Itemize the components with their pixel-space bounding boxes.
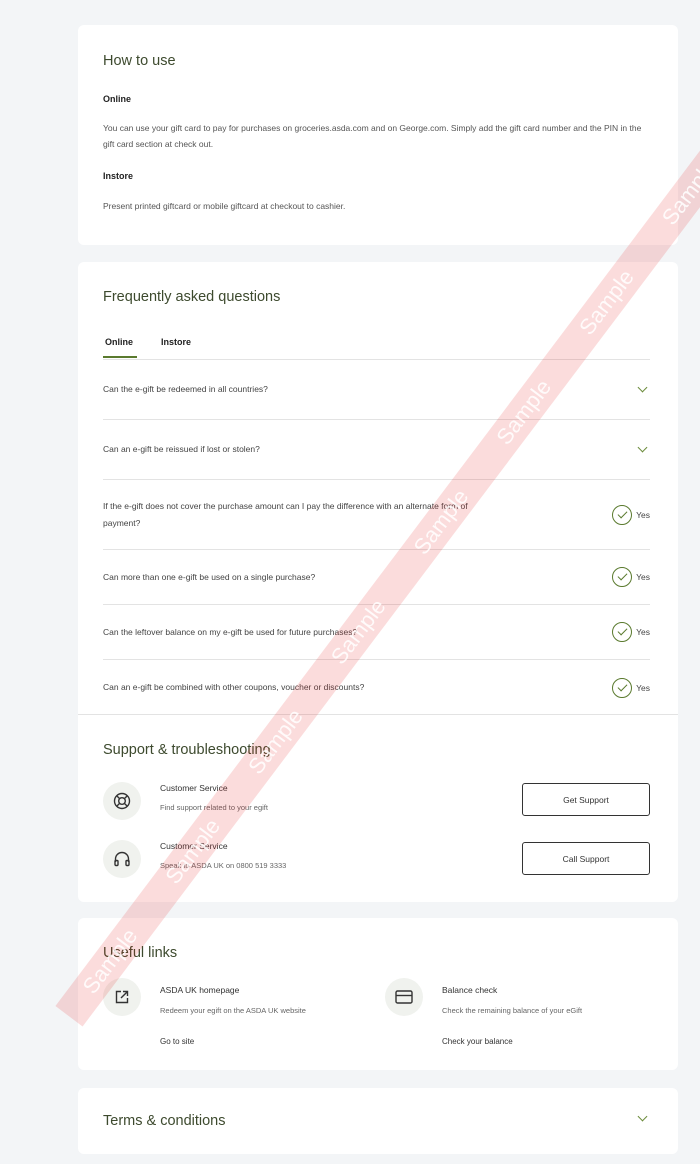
faq-title: Frequently asked questions [103, 289, 281, 305]
answer-label: Yes [636, 682, 650, 693]
answer-yes: Yes [612, 504, 650, 525]
faq-support-card: Frequently asked questions Online Instor… [78, 262, 678, 902]
answer-label: Yes [636, 509, 650, 520]
faq-question: Can an e-gift be combined with other cou… [103, 682, 365, 692]
external-link-icon [103, 978, 141, 1016]
link-item-subtitle: Check the remaining balance of your eGif… [442, 1006, 583, 1015]
answer-yes: Yes [612, 677, 650, 698]
faq-question: Can more than one e-gift be used on a si… [103, 571, 316, 582]
go-to-site-link[interactable]: Go to site [160, 1037, 194, 1046]
headphones-icon [103, 840, 141, 878]
section-divider [78, 714, 678, 715]
faq-row: Can the leftover balance on my e-gift be… [103, 605, 650, 660]
online-text: You can use your gift card to pay for pu… [103, 123, 642, 149]
faq-question: If the e-gift does not cover the purchas… [103, 500, 468, 528]
lifebuoy-icon [103, 782, 141, 820]
tab-online[interactable]: Online [103, 337, 138, 358]
useful-links-card: Useful links ASDA UK homepage Redeem you… [78, 918, 678, 1070]
faq-row: Can more than one e-gift be used on a si… [103, 550, 650, 605]
chevron-down-icon[interactable] [637, 382, 648, 393]
how-to-use-card: How to use Online You can use your gift … [78, 25, 678, 245]
check-circle-icon [612, 677, 633, 698]
check-balance-link[interactable]: Check your balance [442, 1037, 513, 1046]
faq-tabs: Online Instore [103, 337, 215, 358]
faq-row: Can an e-gift be combined with other cou… [103, 660, 650, 715]
link-item-title: ASDA UK homepage [160, 985, 240, 995]
check-circle-icon [612, 567, 633, 587]
check-circle-icon [612, 504, 633, 525]
chevron-down-icon[interactable] [637, 442, 648, 453]
faq-row: If the e-gift does not cover the purchas… [103, 480, 650, 550]
answer-label: Yes [636, 627, 650, 637]
get-support-button[interactable]: Get Support [522, 783, 650, 816]
terms-card[interactable]: Terms & conditions [78, 1088, 678, 1154]
support-item-title: Customer Service [160, 841, 228, 851]
support-item-subtitle: Speak to ASDA UK on 0800 519 3333 [160, 861, 287, 870]
faq-question: Can the e-gift be redeemed in all countr… [103, 384, 268, 394]
faq-question: Can the leftover balance on my e-gift be… [103, 626, 358, 637]
online-heading: Online [103, 94, 132, 104]
how-to-use-title: How to use [103, 53, 176, 69]
terms-title: Terms & conditions [103, 1113, 226, 1129]
link-item-subtitle: Redeem your egift on the ASDA UK website [160, 1006, 306, 1015]
card-icon [385, 978, 423, 1016]
support-item-subtitle: Find support related to your egift [160, 803, 268, 812]
instore-heading: Instore [103, 171, 134, 181]
answer-label: Yes [636, 572, 650, 582]
faq-question: Can an e-gift be reissued if lost or sto… [103, 444, 260, 454]
faq-row[interactable]: Can the e-gift be redeemed in all countr… [103, 360, 650, 420]
link-item-title: Balance check [442, 985, 498, 995]
answer-yes: Yes [612, 622, 650, 642]
support-item-title: Customer Service [160, 783, 228, 793]
support-title: Support & troubleshooting [103, 742, 271, 758]
faq-row[interactable]: Can an e-gift be reissued if lost or sto… [103, 420, 650, 480]
tab-instore[interactable]: Instore [161, 337, 191, 358]
call-support-button[interactable]: Call Support [522, 842, 650, 875]
chevron-down-icon[interactable] [637, 1111, 648, 1122]
useful-links-title: Useful links [103, 945, 178, 961]
check-circle-icon [612, 622, 633, 642]
answer-yes: Yes [612, 567, 650, 587]
instore-text: Present printed giftcard or mobile giftc… [103, 201, 346, 211]
